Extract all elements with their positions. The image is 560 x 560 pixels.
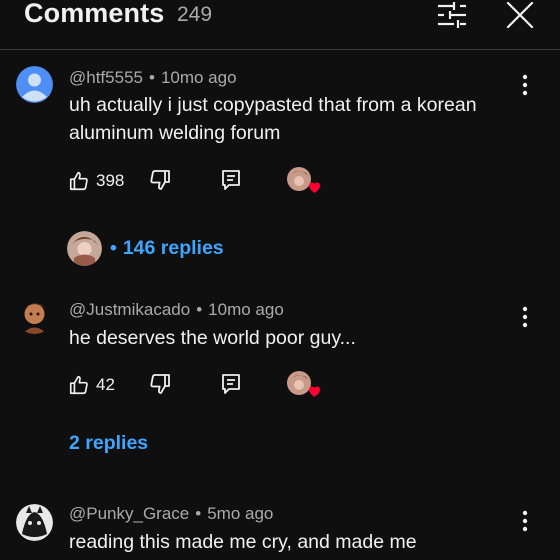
like-button[interactable]: 42 xyxy=(68,370,115,400)
more-vertical-icon xyxy=(522,510,528,532)
creator-heart-badge xyxy=(286,166,320,196)
meta-separator: • xyxy=(195,504,202,523)
filter-button[interactable] xyxy=(434,0,470,30)
creator-avatar-icon xyxy=(67,230,102,266)
user-avatar-icon xyxy=(16,504,53,541)
comment-time: 10mo ago xyxy=(208,300,284,319)
dislike-button[interactable] xyxy=(148,372,172,396)
thumbs-up-icon xyxy=(69,375,88,395)
comment-author[interactable]: @Justmikacado xyxy=(69,300,190,319)
replies-count-link[interactable]: 2 replies xyxy=(69,432,148,455)
more-options-button[interactable] xyxy=(515,508,535,534)
reply-button[interactable] xyxy=(219,168,243,192)
reply-icon xyxy=(222,170,240,190)
comment-meta: @htf5555 • 10mo ago xyxy=(69,68,237,88)
comment-meta: @Punky_Grace • 5mo ago xyxy=(69,504,273,524)
comment-text: uh actually i just copypasted that from … xyxy=(69,94,477,144)
thumbs-down-icon xyxy=(150,374,170,394)
thumbs-up-icon xyxy=(69,171,88,191)
creator-heart-icon xyxy=(287,371,320,397)
comments-title: Comments xyxy=(24,0,165,28)
thumbs-down-icon xyxy=(150,170,170,190)
comments-count: 249 xyxy=(177,3,213,26)
meta-separator: • xyxy=(148,68,155,87)
meta-separator: • xyxy=(196,300,203,319)
avatar[interactable] xyxy=(16,297,53,334)
comment-time: 5mo ago xyxy=(207,504,274,523)
comment-text: reading this made me cry, and made me xyxy=(69,531,417,553)
comments-header: Comments 249 xyxy=(0,0,560,50)
reply-icon xyxy=(222,374,240,394)
like-count: 42 xyxy=(96,375,115,394)
view-replies-button[interactable]: • 146 replies xyxy=(67,230,224,266)
replies-count-link[interactable]: 146 replies xyxy=(123,237,224,260)
comment-text: he deserves the world poor guy... xyxy=(69,327,356,349)
comment-author[interactable]: @Punky_Grace xyxy=(69,504,189,523)
more-vertical-icon xyxy=(522,306,528,328)
more-options-button[interactable] xyxy=(515,72,535,98)
reply-button[interactable] xyxy=(219,372,243,396)
more-options-button[interactable] xyxy=(515,304,535,330)
close-icon xyxy=(506,1,534,29)
sliders-icon xyxy=(438,2,466,28)
dislike-button[interactable] xyxy=(148,168,172,192)
more-vertical-icon xyxy=(522,74,528,96)
comment-time: 10mo ago xyxy=(160,68,237,87)
reply-author-avatar xyxy=(67,230,102,266)
comment-actions: 42 xyxy=(0,370,560,400)
comment-author[interactable]: @htf5555 xyxy=(69,68,143,87)
avatar[interactable] xyxy=(16,504,53,541)
close-button[interactable] xyxy=(502,0,538,32)
comment-meta: @Justmikacado • 10mo ago xyxy=(69,300,284,320)
creator-heart-icon xyxy=(287,167,320,193)
avatar[interactable] xyxy=(16,66,53,103)
like-button[interactable]: 398 xyxy=(68,166,124,196)
default-user-avatar-icon xyxy=(16,66,53,103)
creator-heart-badge xyxy=(286,370,320,400)
user-avatar-icon xyxy=(16,297,53,334)
replies-prefix: • xyxy=(110,236,117,259)
comment-actions: 398 xyxy=(0,166,560,196)
like-count: 398 xyxy=(96,171,125,190)
